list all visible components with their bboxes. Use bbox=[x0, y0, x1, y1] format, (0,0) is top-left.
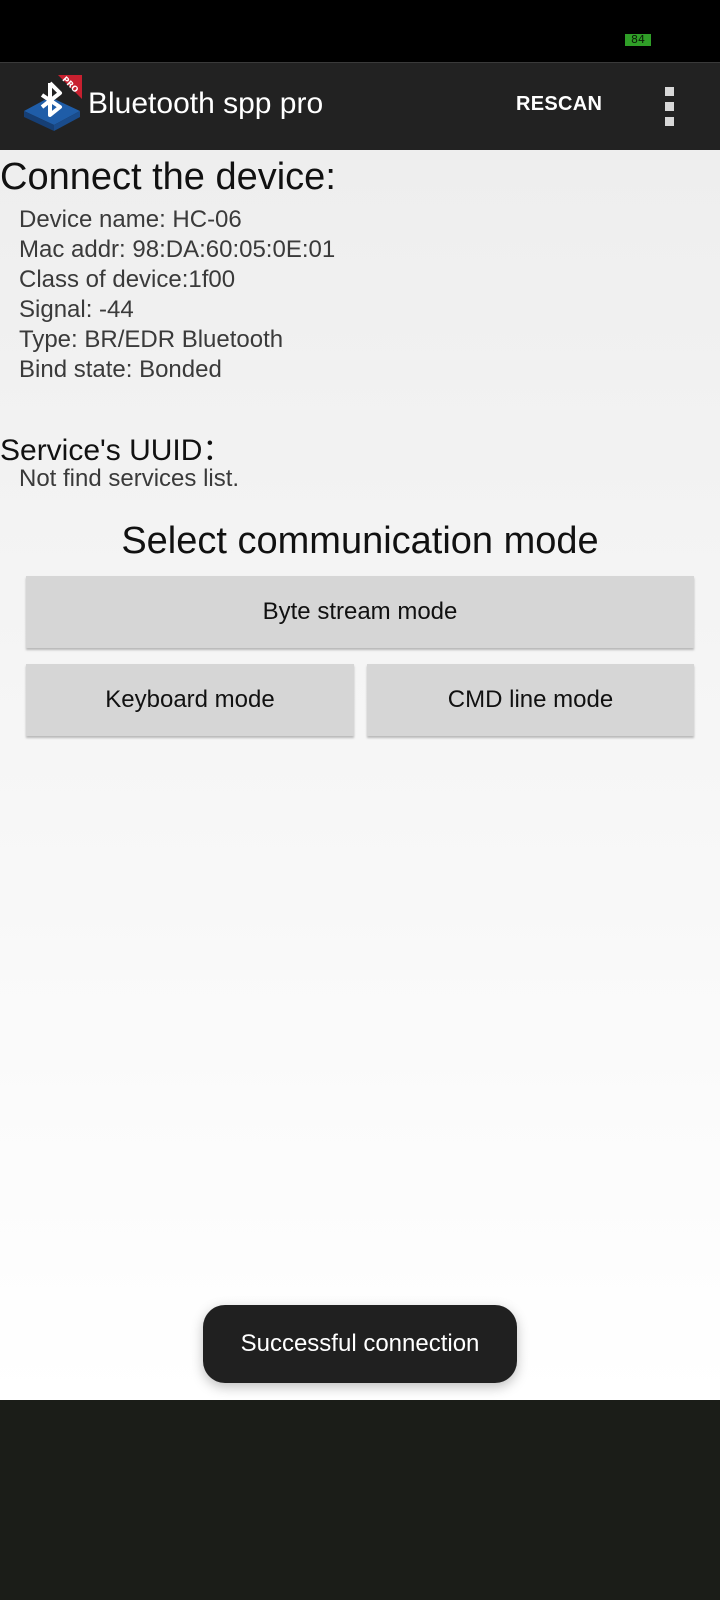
device-class-line: Class of device:1f00 bbox=[19, 266, 236, 293]
rescan-button[interactable]: RESCAN bbox=[516, 93, 602, 116]
keyboard-mode-button[interactable]: Keyboard mode bbox=[26, 664, 354, 736]
toast-message: Successful connection bbox=[203, 1305, 517, 1383]
mac-address-line: Mac addr: 98:DA:60:05:0E:01 bbox=[19, 236, 336, 263]
service-uuid-heading: Service's UUID： bbox=[0, 434, 233, 467]
status-bar: 84 bbox=[0, 0, 720, 62]
connect-heading: Connect the device: bbox=[0, 156, 336, 198]
battery-icon: 84 bbox=[625, 34, 651, 46]
type-line: Type: BR/EDR Bluetooth bbox=[19, 326, 284, 353]
app-logo-icon: PRO bbox=[24, 75, 82, 131]
bind-state-line: Bind state: Bonded bbox=[19, 356, 222, 383]
byte-stream-mode-button[interactable]: Byte stream mode bbox=[26, 576, 694, 648]
app-title: Bluetooth spp pro bbox=[88, 87, 324, 120]
main-content: Connect the device: Device name: HC-06 M… bbox=[0, 150, 720, 1400]
device-name-line: Device name: HC-06 bbox=[19, 206, 242, 233]
more-vert-icon[interactable] bbox=[654, 87, 684, 127]
signal-line: Signal: -44 bbox=[19, 296, 134, 323]
services-message: Not find services list. bbox=[19, 465, 240, 492]
app-bar: PRO Bluetooth spp pro RESCAN bbox=[0, 62, 720, 150]
cmd-line-mode-button[interactable]: CMD line mode bbox=[367, 664, 694, 736]
mode-heading: Select communication mode bbox=[121, 520, 599, 562]
navigation-bar bbox=[0, 1400, 720, 1600]
